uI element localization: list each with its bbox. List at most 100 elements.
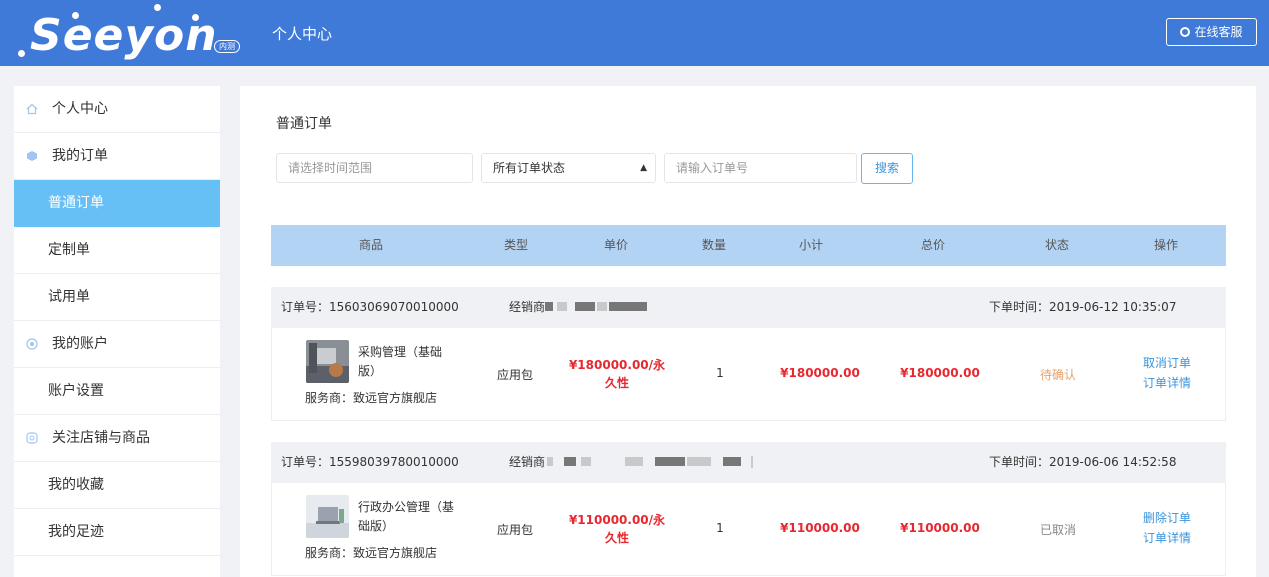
- logo-text: Seeyon: [30, 10, 218, 61]
- logo-dot: [18, 50, 25, 57]
- column-header: 总价: [920, 238, 945, 252]
- page-header-title: 个人中心: [272, 25, 333, 43]
- product-image-icon: [306, 495, 349, 538]
- product-thumbnail[interactable]: [306, 340, 349, 383]
- dealer-label: 经销商: [509, 300, 546, 314]
- order-details-link[interactable]: 订单详情: [1134, 373, 1200, 393]
- main-panel: 普通订单 请选择时间范围 所有订单状态 ▲ 请输入订单号 搜索 商品 类型 单价…: [240, 86, 1256, 577]
- sidebar-item-label: 定制单: [48, 242, 90, 258]
- sidebar-item-label: 个人中心: [52, 101, 108, 117]
- product-name-line: 采购管理（基础: [358, 345, 443, 359]
- column-header: 操作: [1153, 238, 1178, 252]
- redacted-dealer: [547, 457, 553, 466]
- order-status-select[interactable]: 所有订单状态 ▲: [481, 153, 656, 183]
- redacted-dealer: [751, 456, 753, 468]
- sidebar-item-label: 我的足迹: [48, 524, 104, 540]
- order-number-input[interactable]: 请输入订单号: [664, 153, 857, 183]
- order-row: 采购管理（基础 版） 服务商：致远官方旗舰店 应用包 ¥180000.00/永 …: [271, 328, 1226, 421]
- seeyon-logo[interactable]: Seeyon 内测: [18, 0, 248, 66]
- quantity: 1: [716, 366, 724, 380]
- redacted-dealer: [655, 457, 685, 466]
- order-header: 订单号：15598039780010000 经销商 下单时间：2019-06-0…: [271, 442, 1226, 483]
- sidebar-item-personal-center[interactable]: 个人中心: [14, 86, 220, 133]
- redacted-dealer: [609, 302, 647, 311]
- product-name-line: 行政办公管理（基: [358, 500, 455, 514]
- store-icon: [26, 432, 38, 444]
- sidebar-item-trial-orders[interactable]: 试用单: [14, 274, 220, 321]
- subtotal: ¥110000.00: [780, 521, 860, 535]
- beta-badge: 内测: [214, 40, 240, 53]
- vendor-label: 服务商：致远官方旗舰店: [305, 546, 438, 560]
- order-time: 下单时间：2019-06-06 14:52:58: [989, 455, 1177, 469]
- redacted-dealer: [597, 302, 607, 311]
- column-header: 状态: [1044, 238, 1069, 252]
- sidebar-item-label: 我的订单: [52, 148, 108, 164]
- sidebar-item-custom-orders[interactable]: 定制单: [14, 227, 220, 274]
- sidebar-item-label: 普通订单: [48, 195, 104, 211]
- account-icon: [26, 338, 38, 350]
- sidebar-item-label: 我的账户: [52, 336, 108, 352]
- search-button[interactable]: 搜索: [861, 153, 913, 184]
- sidebar-item-normal-orders[interactable]: 普通订单: [14, 180, 220, 227]
- redacted-dealer: [564, 457, 576, 466]
- sidebar-item-label: 关注店铺与商品: [52, 430, 150, 446]
- order-row: 行政办公管理（基 础版） 服务商：致远官方旗舰店 应用包 ¥110000.00/…: [271, 483, 1226, 576]
- delete-order-link[interactable]: 删除订单: [1134, 508, 1200, 528]
- table-header: 商品 类型 单价 数量 小计 总价 状态 操作: [271, 225, 1226, 266]
- redacted-dealer: [687, 457, 711, 466]
- online-service-button[interactable]: 在线客服: [1166, 18, 1257, 46]
- redacted-dealer: [581, 457, 591, 466]
- cancel-order-link[interactable]: 取消订单: [1134, 353, 1200, 373]
- unit-price-line: ¥110000.00/永: [568, 513, 666, 527]
- unit-price-line: 久性: [604, 376, 629, 390]
- order-number: 订单号：15598039780010000: [281, 455, 459, 469]
- redacted-dealer: [625, 457, 643, 466]
- page-title: 普通订单: [276, 116, 332, 132]
- date-range-input[interactable]: 请选择时间范围: [276, 153, 473, 183]
- sidebar-item-account-settings[interactable]: 账户设置: [14, 368, 220, 415]
- column-header: 数量: [701, 238, 726, 252]
- sidebar-item-label: 试用单: [48, 289, 90, 305]
- sidebar-item-my-account[interactable]: 我的账户: [14, 321, 220, 368]
- vendor-label: 服务商：致远官方旗舰店: [305, 391, 438, 405]
- product-name[interactable]: 行政办公管理（基 础版）: [358, 498, 458, 536]
- sidebar-item-favorites[interactable]: 我的收藏: [14, 462, 220, 509]
- product-type: 应用包: [496, 368, 533, 382]
- product-name[interactable]: 采购管理（基础 版）: [358, 343, 458, 381]
- column-header: 单价: [603, 238, 628, 252]
- unit-price-line: 久性: [604, 531, 629, 545]
- redacted-dealer: [557, 302, 567, 311]
- unit-price: ¥110000.00/永 久性: [562, 511, 672, 547]
- product-thumbnail[interactable]: [306, 495, 349, 538]
- order-details-link[interactable]: 订单详情: [1134, 528, 1200, 548]
- total-price: ¥110000.00: [900, 521, 980, 535]
- redacted-dealer: [575, 302, 595, 311]
- sidebar-item-followed-stores[interactable]: 关注店铺与商品: [14, 415, 220, 462]
- sidebar-item-my-orders[interactable]: 我的订单: [14, 133, 220, 180]
- product-name-line: 础版）: [358, 519, 395, 533]
- redacted-dealer: [723, 457, 741, 466]
- top-header: Seeyon 内测 个人中心 在线客服: [0, 0, 1269, 66]
- product-type: 应用包: [496, 523, 533, 537]
- status-label: 待确认: [1039, 368, 1076, 382]
- total-price: ¥180000.00: [900, 366, 980, 380]
- unit-price: ¥180000.00/永 久性: [562, 356, 672, 392]
- column-header: 商品: [358, 238, 383, 252]
- order-status-value: 所有订单状态: [493, 161, 566, 175]
- select-arrows-icon: ▲: [640, 163, 647, 173]
- redacted-dealer: [545, 302, 553, 311]
- status-label: 已取消: [1039, 523, 1076, 537]
- sidebar-item-history[interactable]: 我的足迹: [14, 509, 220, 556]
- subtotal: ¥180000.00: [780, 366, 860, 380]
- quantity: 1: [716, 521, 724, 535]
- order-number: 订单号：15603069070010000: [281, 300, 459, 314]
- product-image-icon: [306, 340, 349, 383]
- sidebar: 个人中心 我的订单 普通订单 定制单 试用单 我的账户 账户设置 关注店铺与商品…: [14, 86, 220, 577]
- online-service-label: 在线客服: [1194, 25, 1243, 39]
- headset-icon: [1180, 27, 1191, 37]
- order-time: 下单时间：2019-06-12 10:35:07: [989, 300, 1177, 314]
- order-header: 订单号：15603069070010000 经销商 下单时间：2019-06-1…: [271, 287, 1226, 328]
- sidebar-item-label: 我的收藏: [48, 477, 104, 493]
- home-icon: [26, 103, 38, 115]
- unit-price-line: ¥180000.00/永: [568, 358, 666, 372]
